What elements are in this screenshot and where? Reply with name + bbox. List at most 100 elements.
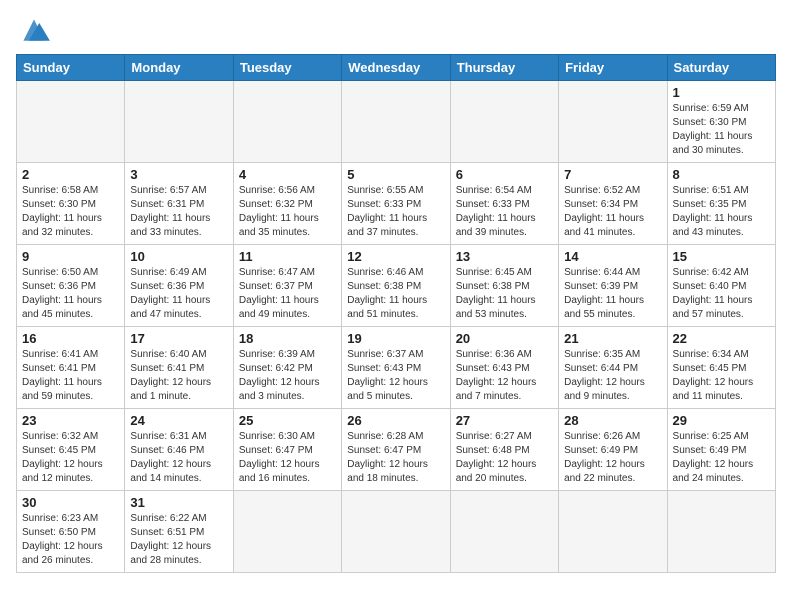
calendar-day-cell: 27Sunrise: 6:27 AM Sunset: 6:48 PM Dayli…: [450, 409, 558, 491]
day-info: Sunrise: 6:23 AM Sunset: 6:50 PM Dayligh…: [22, 512, 119, 568]
calendar-day-cell: 25 Sunrise: 6:30 AM Sunset: 6:47 PM Dayli…: [233, 409, 341, 491]
day-number: 6: [456, 167, 553, 182]
day-info: Sunrise: 6:32 AM Sunset: 6:45 PM Dayligh…: [22, 430, 119, 486]
day-number: 11: [239, 249, 336, 264]
day-info: Sunrise: 6:50 AM Sunset: 6:36 PM Dayligh…: [22, 266, 119, 322]
calendar-day-cell: [559, 491, 667, 573]
day-info: Sunrise: 6:41 AM Sunset: 6:41 PM Dayligh…: [22, 348, 119, 404]
calendar-week-row-1: 2Sunrise: 6:58 AM Sunset: 6:30 PM Daylig…: [17, 163, 776, 245]
day-number: 14: [564, 249, 661, 264]
calendar-day-cell: 12 Sunrise: 6:46 AM Sunset: 6:38 PM Dayli…: [342, 245, 450, 327]
day-info: Sunrise: 6:52 AM Sunset: 6:34 PM Dayligh…: [564, 184, 661, 240]
calendar-day-cell: [559, 81, 667, 163]
calendar-day-cell: 29 Sunrise: 6:25 AM Sunset: 6:49 PM Dayli…: [667, 409, 775, 491]
calendar-day-cell: 5Sunrise: 6:55 AM Sunset: 6:33 PM Daylig…: [342, 163, 450, 245]
calendar-day-cell: 17 Sunrise: 6:40 AM Sunset: 6:41 PM Dayli…: [125, 327, 233, 409]
weekday-header-monday: Monday: [125, 55, 233, 81]
calendar-day-cell: 24Sunrise: 6:31 AM Sunset: 6:46 PM Dayli…: [125, 409, 233, 491]
day-info: Sunrise: 6:40 AM Sunset: 6:41 PM Dayligh…: [130, 348, 227, 404]
calendar-day-cell: [233, 491, 341, 573]
day-info: Sunrise: 6:25 AM Sunset: 6:49 PM Dayligh…: [673, 430, 770, 486]
day-number: 10: [130, 249, 227, 264]
day-number: 8: [673, 167, 770, 182]
day-number: 28: [564, 413, 661, 428]
day-info: Sunrise: 6:57 AM Sunset: 6:31 PM Dayligh…: [130, 184, 227, 240]
calendar-week-row-3: 16 Sunrise: 6:41 AM Sunset: 6:41 PM Dayli…: [17, 327, 776, 409]
weekday-header-thursday: Thursday: [450, 55, 558, 81]
calendar-week-row-2: 9Sunrise: 6:50 AM Sunset: 6:36 PM Daylig…: [17, 245, 776, 327]
day-number: 20: [456, 331, 553, 346]
calendar-day-cell: 6 Sunrise: 6:54 AM Sunset: 6:33 PM Daylig…: [450, 163, 558, 245]
calendar-day-cell: [450, 491, 558, 573]
calendar-day-cell: 16 Sunrise: 6:41 AM Sunset: 6:41 PM Dayli…: [17, 327, 125, 409]
calendar-day-cell: 18 Sunrise: 6:39 AM Sunset: 6:42 PM Dayli…: [233, 327, 341, 409]
calendar-day-cell: 3 Sunrise: 6:57 AM Sunset: 6:31 PM Daylig…: [125, 163, 233, 245]
calendar-day-cell: 26Sunrise: 6:28 AM Sunset: 6:47 PM Dayli…: [342, 409, 450, 491]
calendar-day-cell: 20 Sunrise: 6:36 AM Sunset: 6:43 PM Dayli…: [450, 327, 558, 409]
logo: [16, 16, 56, 46]
page-header: [16, 16, 776, 46]
day-info: Sunrise: 6:30 AM Sunset: 6:47 PM Dayligh…: [239, 430, 336, 486]
day-number: 23: [22, 413, 119, 428]
calendar-day-cell: [450, 81, 558, 163]
calendar-day-cell: 9Sunrise: 6:50 AM Sunset: 6:36 PM Daylig…: [17, 245, 125, 327]
day-info: Sunrise: 6:45 AM Sunset: 6:38 PM Dayligh…: [456, 266, 553, 322]
day-number: 17: [130, 331, 227, 346]
calendar-day-cell: 30Sunrise: 6:23 AM Sunset: 6:50 PM Dayli…: [17, 491, 125, 573]
calendar-day-cell: [125, 81, 233, 163]
day-info: Sunrise: 6:36 AM Sunset: 6:43 PM Dayligh…: [456, 348, 553, 404]
calendar-day-cell: 7 Sunrise: 6:52 AM Sunset: 6:34 PM Daylig…: [559, 163, 667, 245]
day-number: 13: [456, 249, 553, 264]
day-info: Sunrise: 6:47 AM Sunset: 6:37 PM Dayligh…: [239, 266, 336, 322]
day-number: 4: [239, 167, 336, 182]
day-info: Sunrise: 6:46 AM Sunset: 6:38 PM Dayligh…: [347, 266, 444, 322]
day-number: 29: [673, 413, 770, 428]
weekday-header-saturday: Saturday: [667, 55, 775, 81]
weekday-header-sunday: Sunday: [17, 55, 125, 81]
day-number: 1: [673, 85, 770, 100]
calendar-day-cell: 23 Sunrise: 6:32 AM Sunset: 6:45 PM Dayli…: [17, 409, 125, 491]
calendar-day-cell: [17, 81, 125, 163]
day-number: 12: [347, 249, 444, 264]
day-number: 27: [456, 413, 553, 428]
day-number: 3: [130, 167, 227, 182]
day-info: Sunrise: 6:42 AM Sunset: 6:40 PM Dayligh…: [673, 266, 770, 322]
calendar-day-cell: 4Sunrise: 6:56 AM Sunset: 6:32 PM Daylig…: [233, 163, 341, 245]
calendar-day-cell: [342, 81, 450, 163]
calendar-day-cell: 19Sunrise: 6:37 AM Sunset: 6:43 PM Dayli…: [342, 327, 450, 409]
weekday-header-tuesday: Tuesday: [233, 55, 341, 81]
day-info: Sunrise: 6:54 AM Sunset: 6:33 PM Dayligh…: [456, 184, 553, 240]
calendar-week-row-4: 23 Sunrise: 6:32 AM Sunset: 6:45 PM Dayli…: [17, 409, 776, 491]
day-info: Sunrise: 6:44 AM Sunset: 6:39 PM Dayligh…: [564, 266, 661, 322]
day-info: Sunrise: 6:49 AM Sunset: 6:36 PM Dayligh…: [130, 266, 227, 322]
day-info: Sunrise: 6:55 AM Sunset: 6:33 PM Dayligh…: [347, 184, 444, 240]
calendar-day-cell: 1Sunrise: 6:59 AM Sunset: 6:30 PM Daylig…: [667, 81, 775, 163]
calendar-day-cell: 21 Sunrise: 6:35 AM Sunset: 6:44 PM Dayli…: [559, 327, 667, 409]
day-info: Sunrise: 6:35 AM Sunset: 6:44 PM Dayligh…: [564, 348, 661, 404]
calendar-day-cell: 11 Sunrise: 6:47 AM Sunset: 6:37 PM Dayli…: [233, 245, 341, 327]
day-number: 16: [22, 331, 119, 346]
weekday-header-friday: Friday: [559, 55, 667, 81]
day-info: Sunrise: 6:39 AM Sunset: 6:42 PM Dayligh…: [239, 348, 336, 404]
day-number: 15: [673, 249, 770, 264]
day-number: 2: [22, 167, 119, 182]
day-info: Sunrise: 6:31 AM Sunset: 6:46 PM Dayligh…: [130, 430, 227, 486]
calendar-day-cell: 28Sunrise: 6:26 AM Sunset: 6:49 PM Dayli…: [559, 409, 667, 491]
calendar-day-cell: 13 Sunrise: 6:45 AM Sunset: 6:38 PM Dayli…: [450, 245, 558, 327]
calendar-day-cell: 22Sunrise: 6:34 AM Sunset: 6:45 PM Dayli…: [667, 327, 775, 409]
day-number: 19: [347, 331, 444, 346]
day-number: 7: [564, 167, 661, 182]
calendar-day-cell: [667, 491, 775, 573]
day-number: 22: [673, 331, 770, 346]
calendar-day-cell: 14 Sunrise: 6:44 AM Sunset: 6:39 PM Dayli…: [559, 245, 667, 327]
day-info: Sunrise: 6:51 AM Sunset: 6:35 PM Dayligh…: [673, 184, 770, 240]
logo-icon: [16, 16, 52, 46]
calendar-week-row-5: 30Sunrise: 6:23 AM Sunset: 6:50 PM Dayli…: [17, 491, 776, 573]
day-number: 25: [239, 413, 336, 428]
calendar-day-cell: [342, 491, 450, 573]
day-number: 18: [239, 331, 336, 346]
day-number: 21: [564, 331, 661, 346]
day-number: 26: [347, 413, 444, 428]
calendar-day-cell: 31Sunrise: 6:22 AM Sunset: 6:51 PM Dayli…: [125, 491, 233, 573]
weekday-header-row: SundayMondayTuesdayWednesdayThursdayFrid…: [17, 55, 776, 81]
